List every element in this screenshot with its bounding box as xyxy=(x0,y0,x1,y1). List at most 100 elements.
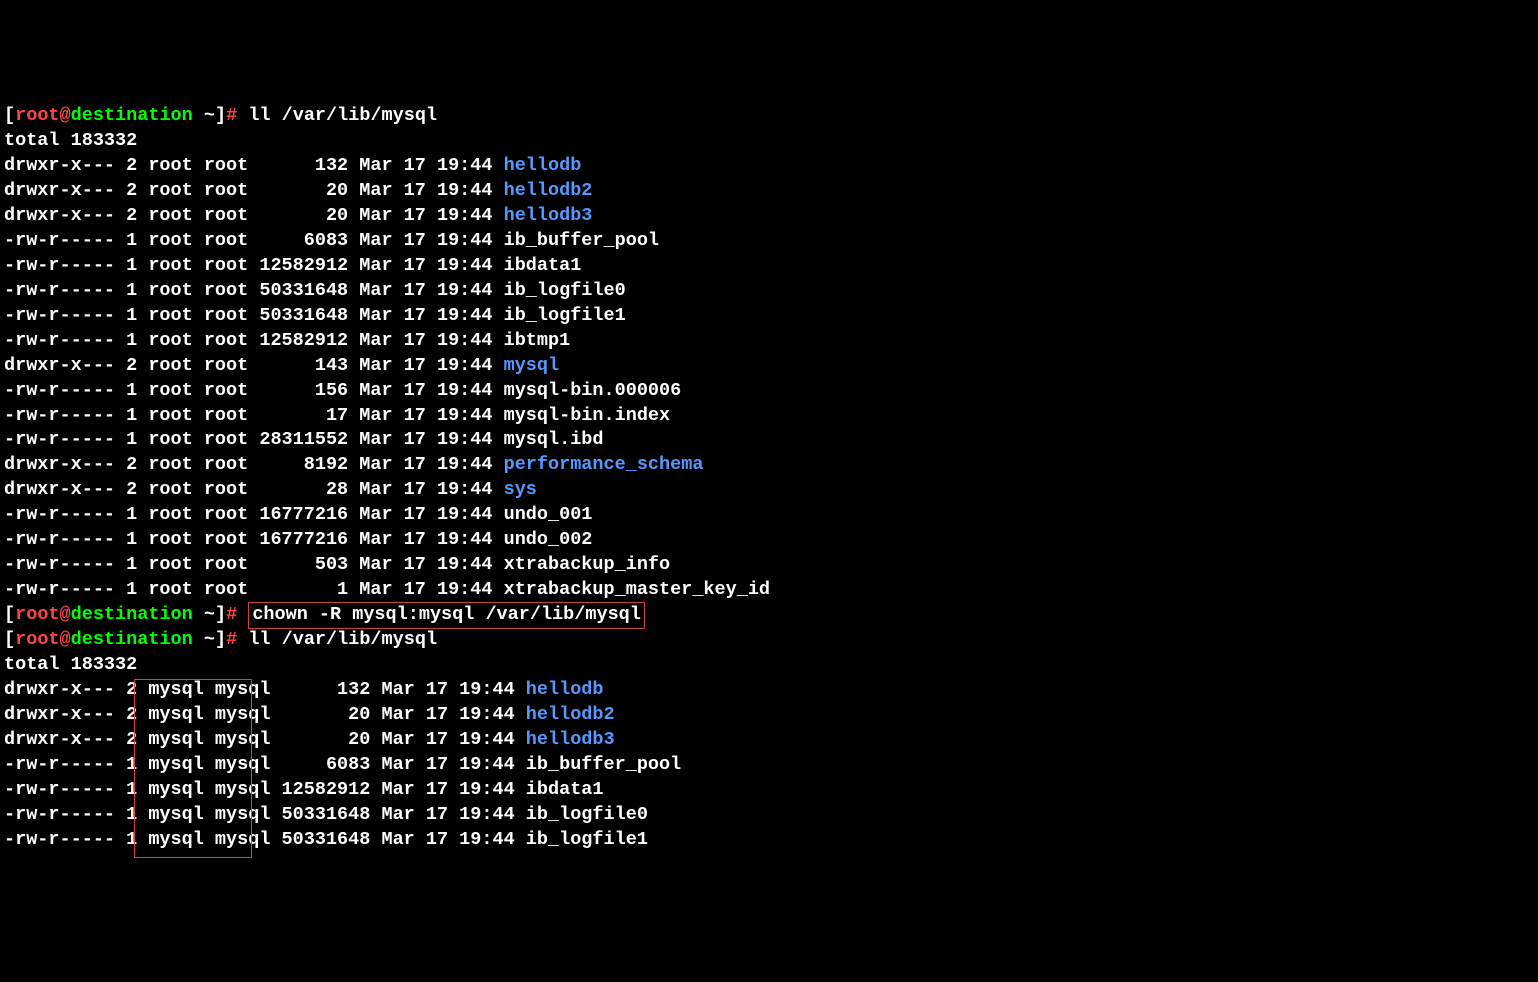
prompt-host: destination xyxy=(71,105,193,126)
total-line: total 183332 xyxy=(4,129,1534,154)
file-name: ib_logfile0 xyxy=(526,804,648,825)
file-name: ib_logfile0 xyxy=(504,280,626,301)
file-listing-row: -rw-r----- 1 root root 503 Mar 17 19:44 … xyxy=(4,553,1534,578)
file-attrs: drwxr-x--- 2 mysql mysql 20 Mar 17 19:44 xyxy=(4,704,526,725)
file-name: ibdata1 xyxy=(526,779,604,800)
directory-name: hellodb2 xyxy=(526,704,615,725)
file-attrs: -rw-r----- 1 mysql mysql 6083 Mar 17 19:… xyxy=(4,754,526,775)
command-text: ll /var/lib/mysql xyxy=(248,629,437,650)
prompt-user: root xyxy=(15,629,59,650)
terminal[interactable]: [root@destination ~]# ll /var/lib/mysqlt… xyxy=(4,104,1534,853)
file-name: undo_002 xyxy=(504,529,593,550)
prompt-user: root xyxy=(15,604,59,625)
file-listing-row: -rw-r----- 1 root root 12582912 Mar 17 1… xyxy=(4,254,1534,279)
file-listing-row: drwxr-x--- 2 root root 8192 Mar 17 19:44… xyxy=(4,453,1534,478)
file-attrs: -rw-r----- 1 root root 12582912 Mar 17 1… xyxy=(4,330,504,351)
prompt-hash: # xyxy=(226,105,248,126)
bracket: ] xyxy=(215,629,226,650)
bracket: [ xyxy=(4,629,15,650)
prompt-at: @ xyxy=(60,629,71,650)
file-attrs: -rw-r----- 1 root root 16777216 Mar 17 1… xyxy=(4,529,504,550)
file-attrs: drwxr-x--- 2 root root 20 Mar 17 19:44 xyxy=(4,180,504,201)
file-listing-row: drwxr-x--- 2 root root 143 Mar 17 19:44 … xyxy=(4,354,1534,379)
file-name: xtrabackup_info xyxy=(504,554,671,575)
bracket: ] xyxy=(215,604,226,625)
file-listing-row: -rw-r----- 1 root root 16777216 Mar 17 1… xyxy=(4,528,1534,553)
file-listing-row: drwxr-x--- 2 mysql mysql 20 Mar 17 19:44… xyxy=(4,728,1534,753)
file-attrs: -rw-r----- 1 root root 156 Mar 17 19:44 xyxy=(4,380,504,401)
file-listing-row: -rw-r----- 1 root root 50331648 Mar 17 1… xyxy=(4,304,1534,329)
prompt-at: @ xyxy=(60,604,71,625)
file-listing-row: drwxr-x--- 2 root root 20 Mar 17 19:44 h… xyxy=(4,179,1534,204)
file-attrs: drwxr-x--- 2 mysql mysql 132 Mar 17 19:4… xyxy=(4,679,526,700)
file-attrs: -rw-r----- 1 root root 50331648 Mar 17 1… xyxy=(4,280,504,301)
file-attrs: -rw-r----- 1 mysql mysql 50331648 Mar 17… xyxy=(4,804,526,825)
file-listing-row: -rw-r----- 1 root root 12582912 Mar 17 1… xyxy=(4,329,1534,354)
prompt-hash: # xyxy=(226,604,248,625)
prompt-line: [root@destination ~]# ll /var/lib/mysql xyxy=(4,104,1534,129)
file-attrs: drwxr-x--- 2 root root 8192 Mar 17 19:44 xyxy=(4,454,504,475)
prompt-host: destination xyxy=(71,629,193,650)
directory-name: hellodb xyxy=(526,679,604,700)
highlighted-command: chown -R mysql:mysql /var/lib/mysql xyxy=(248,602,645,629)
file-attrs: -rw-r----- 1 root root 1 Mar 17 19:44 xyxy=(4,579,504,600)
prompt-line: [root@destination ~]# chown -R mysql:mys… xyxy=(4,603,1534,628)
file-attrs: drwxr-x--- 2 root root 28 Mar 17 19:44 xyxy=(4,479,504,500)
file-listing-row: drwxr-x--- 2 root root 132 Mar 17 19:44 … xyxy=(4,154,1534,179)
file-listing-row: -rw-r----- 1 root root 28311552 Mar 17 1… xyxy=(4,428,1534,453)
file-attrs: -rw-r----- 1 root root 6083 Mar 17 19:44 xyxy=(4,230,504,251)
file-attrs: drwxr-x--- 2 mysql mysql 20 Mar 17 19:44 xyxy=(4,729,526,750)
directory-name: hellodb xyxy=(504,155,582,176)
prompt-tilde: ~ xyxy=(193,604,215,625)
file-name: ibdata1 xyxy=(504,255,582,276)
prompt-host: destination xyxy=(71,604,193,625)
bracket: ] xyxy=(215,105,226,126)
file-listing-row: -rw-r----- 1 root root 50331648 Mar 17 1… xyxy=(4,279,1534,304)
file-listing-row: -rw-r----- 1 root root 1 Mar 17 19:44 xt… xyxy=(4,578,1534,603)
prompt-user: root xyxy=(15,105,59,126)
prompt-line: [root@destination ~]# ll /var/lib/mysql xyxy=(4,628,1534,653)
directory-name: mysql xyxy=(504,355,560,376)
prompt-hash: # xyxy=(226,629,248,650)
file-attrs: -rw-r----- 1 mysql mysql 12582912 Mar 17… xyxy=(4,779,526,800)
file-attrs: -rw-r----- 1 root root 12582912 Mar 17 1… xyxy=(4,255,504,276)
directory-name: hellodb3 xyxy=(504,205,593,226)
file-name: ibtmp1 xyxy=(504,330,571,351)
file-listing-row: drwxr-x--- 2 mysql mysql 20 Mar 17 19:44… xyxy=(4,703,1534,728)
file-listing-row: drwxr-x--- 2 mysql mysql 132 Mar 17 19:4… xyxy=(4,678,1534,703)
file-listing-row: -rw-r----- 1 mysql mysql 50331648 Mar 17… xyxy=(4,828,1534,853)
file-name: ib_logfile1 xyxy=(526,829,648,850)
file-attrs: -rw-r----- 1 mysql mysql 50331648 Mar 17… xyxy=(4,829,526,850)
file-listing-row: -rw-r----- 1 root root 6083 Mar 17 19:44… xyxy=(4,229,1534,254)
file-attrs: -rw-r----- 1 root root 503 Mar 17 19:44 xyxy=(4,554,504,575)
bracket: [ xyxy=(4,105,15,126)
file-attrs: drwxr-x--- 2 root root 132 Mar 17 19:44 xyxy=(4,155,504,176)
file-listing-row: -rw-r----- 1 root root 17 Mar 17 19:44 m… xyxy=(4,404,1534,429)
directory-name: hellodb2 xyxy=(504,180,593,201)
file-listing-row: drwxr-x--- 2 root root 28 Mar 17 19:44 s… xyxy=(4,478,1534,503)
file-attrs: drwxr-x--- 2 root root 143 Mar 17 19:44 xyxy=(4,355,504,376)
file-attrs: -rw-r----- 1 root root 50331648 Mar 17 1… xyxy=(4,305,504,326)
file-attrs: drwxr-x--- 2 root root 20 Mar 17 19:44 xyxy=(4,205,504,226)
file-attrs: -rw-r----- 1 root root 16777216 Mar 17 1… xyxy=(4,504,504,525)
file-name: ib_buffer_pool xyxy=(526,754,681,775)
file-listing-row: -rw-r----- 1 mysql mysql 50331648 Mar 17… xyxy=(4,803,1534,828)
bracket: [ xyxy=(4,604,15,625)
file-attrs: -rw-r----- 1 root root 28311552 Mar 17 1… xyxy=(4,429,504,450)
file-listing-row: -rw-r----- 1 root root 156 Mar 17 19:44 … xyxy=(4,379,1534,404)
file-attrs: -rw-r----- 1 root root 17 Mar 17 19:44 xyxy=(4,405,504,426)
file-listing-row: -rw-r----- 1 mysql mysql 6083 Mar 17 19:… xyxy=(4,753,1534,778)
file-name: ib_buffer_pool xyxy=(504,230,659,251)
file-listing-row: -rw-r----- 1 root root 16777216 Mar 17 1… xyxy=(4,503,1534,528)
file-listing-row: -rw-r----- 1 mysql mysql 12582912 Mar 17… xyxy=(4,778,1534,803)
file-name: undo_001 xyxy=(504,504,593,525)
file-name: mysql-bin.000006 xyxy=(504,380,682,401)
file-name: mysql-bin.index xyxy=(504,405,671,426)
directory-name: performance_schema xyxy=(504,454,704,475)
prompt-tilde: ~ xyxy=(193,629,215,650)
file-name: ib_logfile1 xyxy=(504,305,626,326)
total-line: total 183332 xyxy=(4,653,1534,678)
directory-name: sys xyxy=(504,479,537,500)
file-listing-row: drwxr-x--- 2 root root 20 Mar 17 19:44 h… xyxy=(4,204,1534,229)
file-name: mysql.ibd xyxy=(504,429,604,450)
